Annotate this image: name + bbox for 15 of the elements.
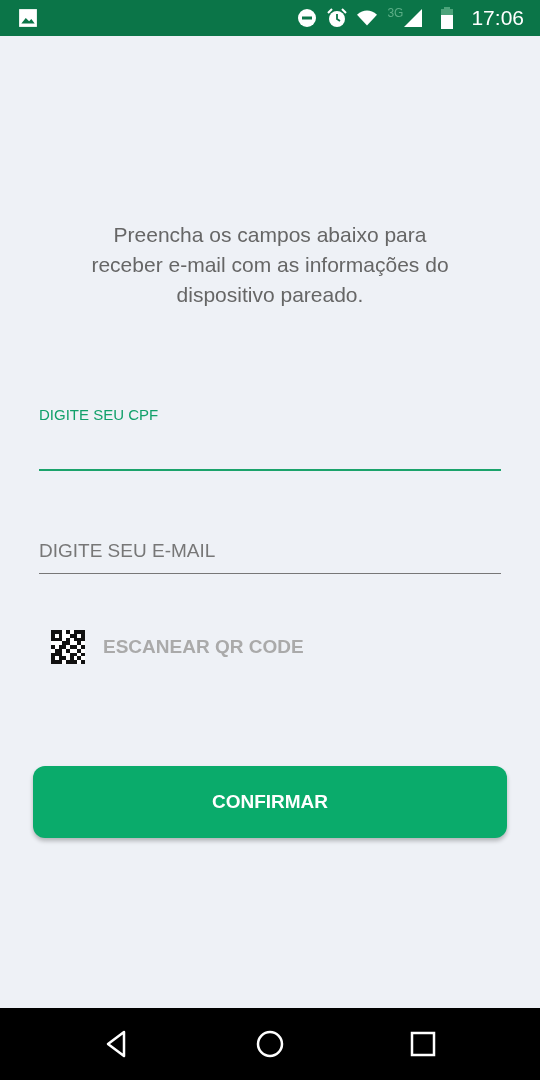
network-type: 3G (387, 6, 404, 20)
alarm-icon (327, 8, 348, 28)
wifi-icon (357, 8, 378, 28)
clock: 17:06 (471, 6, 524, 30)
instructions-text: Preencha os campos abaixo para receber e-mail com as informações do dispositivo pareado. (90, 222, 450, 308)
confirm-button[interactable]: CONFIRMAR (33, 766, 507, 838)
scan-qr-button[interactable]: ESCANEAR QR CODE (39, 630, 304, 664)
signal-icon (403, 8, 424, 28)
input-field[interactable]: DIGITE SEU E-MAIL (39, 533, 501, 574)
home-icon[interactable] (255, 1029, 285, 1059)
field-label: DIGITE SEU CPF (39, 406, 160, 423)
qr-code-icon (51, 630, 85, 664)
battery-icon (441, 7, 454, 29)
image-icon (18, 8, 38, 28)
do-not-disturb-icon (297, 8, 318, 28)
